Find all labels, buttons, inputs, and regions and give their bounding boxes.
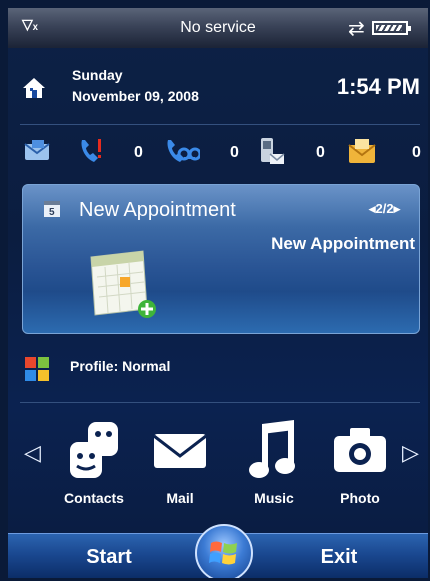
app-music[interactable]: Music — [238, 420, 310, 510]
windows-flag-icon — [25, 357, 49, 381]
divider — [20, 124, 420, 125]
email-icon — [348, 139, 376, 163]
scroll-right-icon[interactable]: ▷ — [402, 440, 419, 466]
profile-label: Profile: Normal — [70, 358, 171, 374]
windows-start-button[interactable] — [195, 524, 253, 578]
app-photo-label: Photo — [340, 490, 380, 506]
music-icon — [249, 420, 295, 478]
home-icon — [23, 78, 45, 98]
email[interactable]: 0 — [346, 136, 421, 168]
contacts-icon — [70, 422, 118, 478]
phone-screen: ▽ₓ No service ⇄ Sunday November 09, 2008… — [8, 8, 428, 578]
missed-calls[interactable]: 0 — [76, 136, 144, 168]
app-contacts-label: Contacts — [64, 490, 124, 506]
svg-text:5: 5 — [49, 207, 55, 218]
voicemail-icon — [167, 140, 200, 162]
date-label: November 09, 2008 — [72, 88, 199, 104]
text-messages-icon — [261, 138, 285, 164]
appointment-title: New Appointment — [79, 199, 236, 221]
missed-calls-count: 0 — [134, 144, 143, 161]
appointment-pager[interactable]: ◂2/2▸ — [369, 201, 400, 217]
weekday-label: Sunday — [72, 67, 123, 83]
email-count: 0 — [412, 144, 421, 161]
profile-row[interactable]: Profile: Normal — [8, 346, 428, 396]
data-sync-icon: ⇄ — [348, 18, 365, 40]
scroll-left-icon[interactable]: ◁ — [24, 440, 41, 466]
appointment-subtitle: New Appointment — [271, 234, 415, 253]
app-photo[interactable]: Photo — [324, 420, 396, 510]
divider — [20, 402, 420, 403]
exit-softkey[interactable]: Exit — [284, 546, 394, 569]
home-date-row[interactable]: Sunday November 09, 2008 1:54 PM — [8, 58, 428, 120]
windows-start-icon — [209, 541, 237, 565]
voicemail-count: 0 — [230, 144, 239, 161]
notification-row: 0 0 0 0 — [8, 126, 428, 182]
calendar-small-icon: 5 — [44, 201, 60, 218]
calendar-add-icon — [90, 250, 156, 318]
app-mail-label: Mail — [166, 490, 194, 506]
start-softkey[interactable]: Start — [54, 546, 164, 569]
mail-icon — [153, 434, 207, 468]
camera-icon — [334, 428, 386, 472]
carrier-status: No service — [180, 19, 256, 36]
text-messages[interactable]: 0 — [256, 136, 325, 168]
app-music-label: Music — [254, 490, 294, 506]
missed-calls-icon — [81, 139, 101, 162]
app-mail[interactable]: Mail — [144, 420, 216, 510]
voicemail[interactable]: 0 — [164, 136, 239, 168]
app-contacts[interactable]: Contacts — [58, 420, 130, 510]
status-bar: ▽ₓ No service ⇄ — [8, 8, 428, 48]
messaging-icon[interactable] — [22, 136, 54, 168]
app-launcher: ◁ Contacts Mail Music Photo ▷ — [8, 414, 428, 518]
appointment-card[interactable]: 5 New Appointment ◂2/2▸ New Appointment — [22, 184, 420, 334]
battery-icon — [372, 21, 411, 35]
clock: 1:54 PM — [336, 74, 420, 99]
text-messages-count: 0 — [316, 144, 325, 161]
